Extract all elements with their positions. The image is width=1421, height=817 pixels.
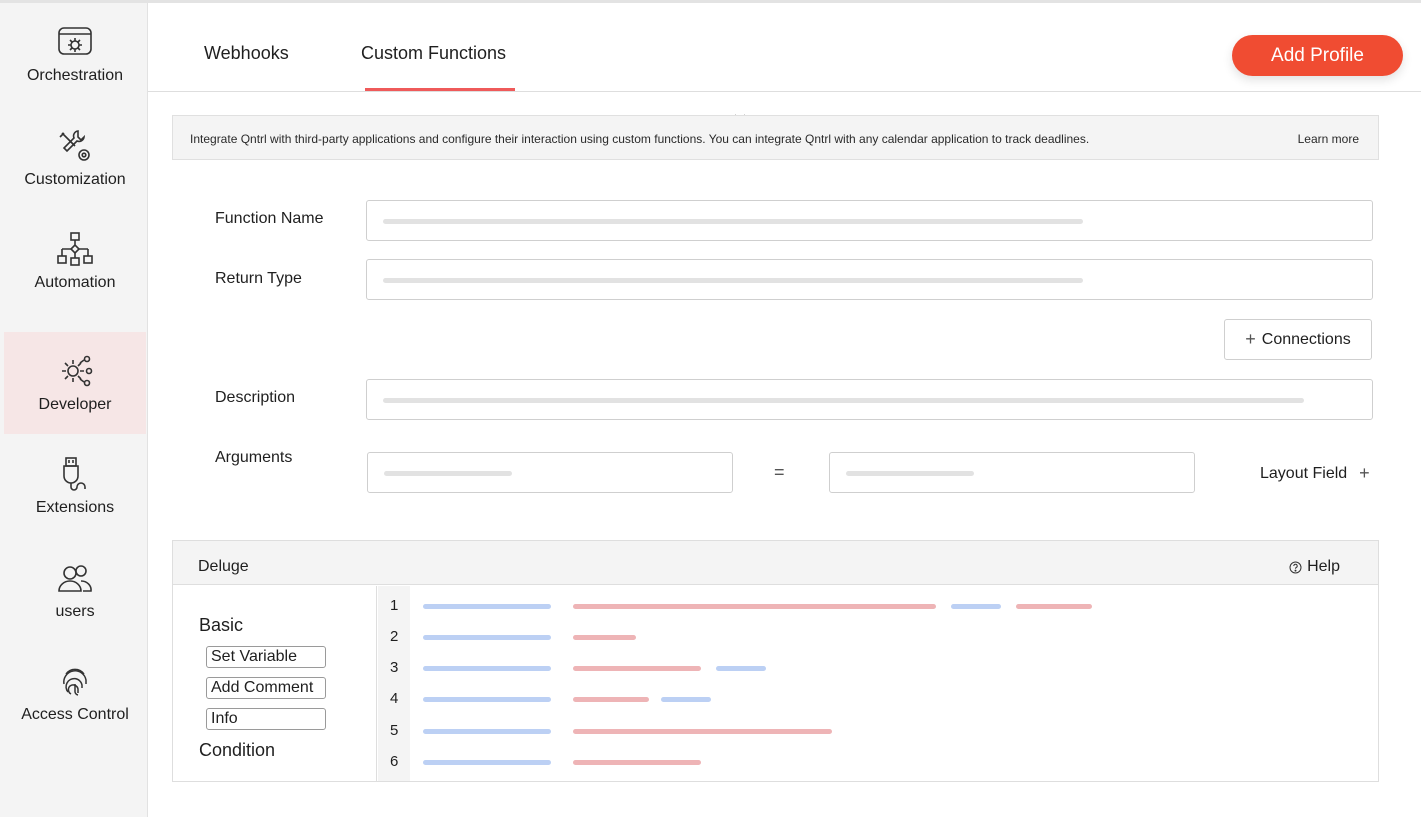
sidebar-item-label: Extensions bbox=[35, 499, 115, 516]
developer-icon bbox=[62, 355, 93, 387]
sidebar-item-label: Access Control bbox=[21, 706, 129, 723]
argument-value-input[interactable] bbox=[829, 452, 1195, 493]
add-comment-button[interactable]: Add Comment bbox=[206, 677, 326, 699]
description-label: Description bbox=[215, 389, 296, 406]
sidebar-item-access-control[interactable]: Access Control bbox=[4, 642, 146, 744]
line-number: 2 bbox=[390, 628, 399, 645]
sidebar-item-automation[interactable]: Automation bbox=[4, 210, 146, 312]
info-banner: Integrate Qntrl with third-party applica… bbox=[172, 115, 1379, 160]
connections-label: Connections bbox=[1261, 330, 1351, 348]
users-icon bbox=[58, 565, 92, 592]
sidebar-item-users[interactable]: users bbox=[4, 539, 146, 641]
layout-field-label: Layout Field bbox=[1260, 464, 1348, 482]
equals-sign: = bbox=[774, 462, 785, 482]
basic-heading: Basic bbox=[199, 615, 244, 635]
function-name-label: Function Name bbox=[215, 210, 324, 227]
sidebar-item-label: Automation bbox=[34, 274, 116, 291]
placeholder-bar bbox=[846, 471, 974, 476]
placeholder-bar bbox=[383, 278, 1083, 283]
code-token bbox=[573, 635, 636, 640]
sidebar-item-label: Orchestration bbox=[26, 67, 124, 84]
code-token bbox=[573, 604, 936, 609]
description-input[interactable] bbox=[366, 379, 1373, 420]
line-number: 3 bbox=[390, 659, 399, 676]
code-token bbox=[573, 666, 701, 671]
tab-bar: Webhooks Custom Functions Add Profile bbox=[148, 3, 1421, 92]
add-connections-button[interactable]: + Connections bbox=[1224, 319, 1372, 360]
add-layout-field-button[interactable]: Layout Field + bbox=[1260, 463, 1370, 484]
code-token bbox=[423, 729, 551, 734]
deluge-editor: Deluge Help Basic Set Variable Add Comme… bbox=[172, 540, 1379, 782]
banner-text: Integrate Qntrl with third-party applica… bbox=[190, 132, 1090, 146]
code-token bbox=[716, 666, 766, 671]
line-number: 4 bbox=[390, 690, 399, 707]
tab-webhooks[interactable]: Webhooks bbox=[204, 43, 289, 64]
code-token bbox=[573, 697, 649, 702]
placeholder-bar bbox=[384, 471, 512, 476]
help-icon bbox=[1289, 561, 1302, 573]
orchestration-icon bbox=[58, 27, 92, 55]
code-token bbox=[423, 604, 551, 609]
help-link[interactable]: Help bbox=[1289, 558, 1340, 576]
plus-icon: + bbox=[1245, 329, 1256, 349]
customization-icon bbox=[59, 130, 90, 161]
code-token bbox=[951, 604, 1001, 609]
sidebar: Orchestration Customization Automation D… bbox=[0, 3, 148, 817]
sidebar-item-label: users bbox=[55, 603, 95, 620]
automation-icon bbox=[57, 232, 93, 266]
tab-custom-functions[interactable]: Custom Functions bbox=[361, 43, 506, 64]
deluge-header: Deluge Help bbox=[173, 541, 1378, 585]
sidebar-item-developer[interactable]: Developer bbox=[4, 332, 146, 434]
deluge-title: Deluge bbox=[198, 558, 249, 575]
placeholder-bar bbox=[383, 398, 1304, 403]
deluge-palette: Basic Set Variable Add Comment Info Cond… bbox=[173, 586, 377, 781]
sidebar-item-orchestration[interactable]: Orchestration bbox=[4, 3, 146, 105]
placeholder-bar bbox=[383, 219, 1083, 224]
line-number-gutter: 1 2 3 4 5 6 bbox=[378, 586, 410, 781]
line-number: 1 bbox=[390, 597, 399, 614]
sidebar-item-label: Customization bbox=[24, 171, 126, 188]
extensions-icon bbox=[63, 457, 86, 491]
code-token bbox=[423, 666, 551, 671]
sidebar-item-customization[interactable]: Customization bbox=[4, 107, 146, 209]
code-token bbox=[423, 697, 551, 702]
info-button[interactable]: Info bbox=[206, 708, 326, 730]
line-number: 6 bbox=[390, 753, 399, 770]
code-token bbox=[661, 697, 711, 702]
set-variable-button[interactable]: Set Variable bbox=[206, 646, 326, 668]
sidebar-item-extensions[interactable]: Extensions bbox=[4, 435, 146, 537]
help-label: Help bbox=[1307, 558, 1340, 575]
plus-icon: + bbox=[1359, 463, 1370, 483]
fingerprint-icon bbox=[63, 668, 87, 696]
code-token bbox=[423, 760, 551, 765]
condition-heading: Condition bbox=[199, 740, 276, 760]
return-type-label: Return Type bbox=[215, 270, 302, 287]
function-name-input[interactable] bbox=[366, 200, 1373, 241]
arguments-label: Arguments bbox=[215, 449, 293, 466]
code-token bbox=[423, 635, 551, 640]
add-profile-button[interactable]: Add Profile bbox=[1232, 35, 1403, 76]
learn-more-link[interactable]: Learn more bbox=[1298, 132, 1359, 146]
return-type-input[interactable] bbox=[366, 259, 1373, 300]
active-tab-indicator bbox=[365, 88, 515, 91]
code-token bbox=[573, 729, 832, 734]
code-token bbox=[1016, 604, 1092, 609]
line-number: 5 bbox=[390, 722, 399, 739]
sidebar-item-label: Developer bbox=[38, 396, 112, 413]
code-token bbox=[573, 760, 701, 765]
argument-name-input[interactable] bbox=[367, 452, 733, 493]
